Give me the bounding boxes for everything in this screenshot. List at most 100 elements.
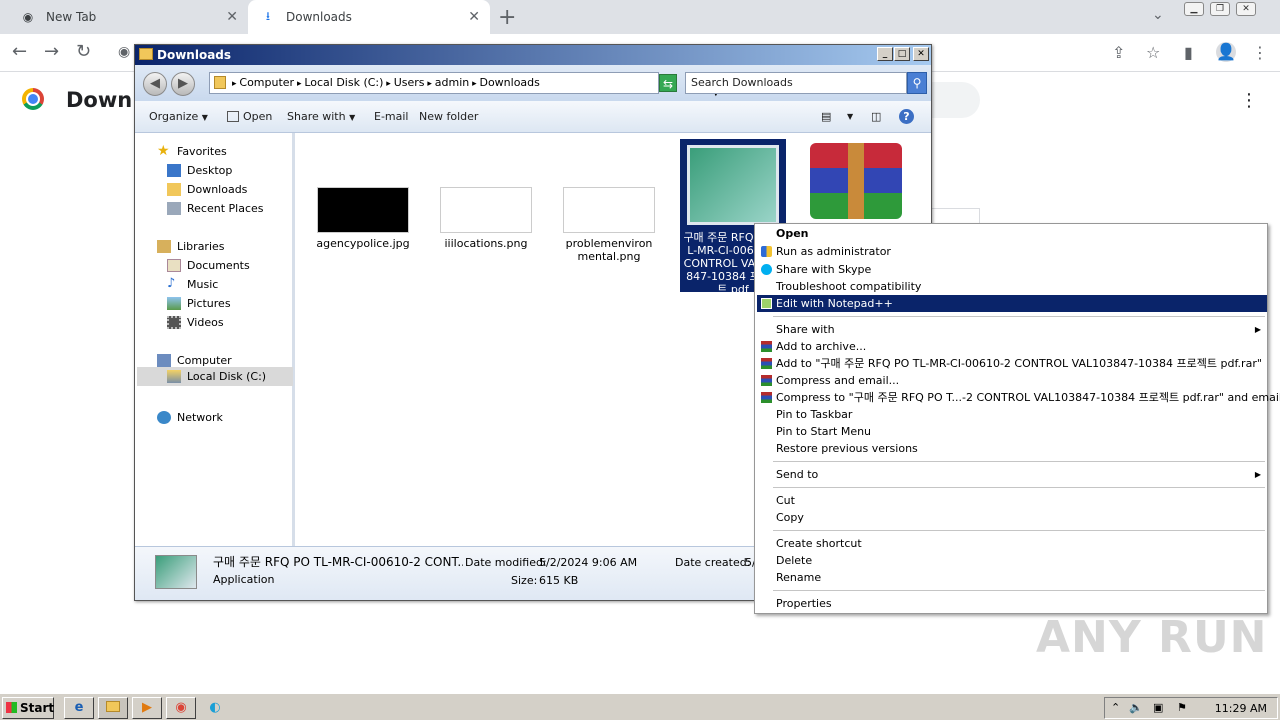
file-item[interactable]: agencypolice.jpg: [313, 187, 413, 250]
nav-documents[interactable]: Documents: [167, 259, 250, 272]
volume-icon[interactable]: 🔈: [1129, 701, 1143, 714]
breadcrumb-users[interactable]: Users: [394, 76, 425, 89]
forward-icon[interactable]: →: [44, 41, 59, 62]
breadcrumb-computer[interactable]: Computer: [239, 76, 294, 89]
nav-music[interactable]: ♪ Music: [167, 276, 218, 291]
minimize-button[interactable]: ▁: [1184, 2, 1204, 16]
file-item[interactable]: problemenvironmental.png: [559, 187, 659, 263]
size-value: 615 KB: [539, 574, 579, 587]
nav-favorites[interactable]: ★ Favorites: [157, 144, 227, 158]
menu-item-compress-email[interactable]: Compress and email...: [757, 372, 1267, 389]
share-icon[interactable]: ⇪: [1112, 43, 1125, 62]
music-icon: ♪: [167, 276, 176, 291]
file-name: agencypolice.jpg: [316, 237, 410, 250]
image-thumbnail: [563, 187, 655, 233]
menu-item-pin-taskbar[interactable]: Pin to Taskbar: [757, 406, 1267, 423]
show-hidden-icons-icon[interactable]: ⌃: [1111, 701, 1120, 714]
nav-desktop[interactable]: Desktop: [167, 164, 232, 177]
tab-label: Downloads: [286, 10, 352, 24]
menu-item-copy[interactable]: Copy: [757, 509, 1267, 526]
computer-icon: [157, 354, 171, 367]
tab-new-tab[interactable]: ◉ New Tab ✕: [8, 0, 248, 34]
minimize-button[interactable]: _: [877, 47, 893, 61]
menu-item-properties[interactable]: Properties: [757, 595, 1267, 612]
date-created-label: Date created:: [675, 556, 751, 569]
close-tab-icon[interactable]: ✕: [468, 9, 480, 25]
preview-pane-icon[interactable]: ◫: [871, 110, 881, 123]
action-center-flag-icon[interactable]: ⚑: [1177, 701, 1187, 714]
bookmark-star-icon[interactable]: ☆: [1146, 43, 1160, 62]
media-player-icon[interactable]: ▶: [132, 697, 162, 719]
address-bar[interactable]: ▸ Computer ▸ Local Disk (C:) ▸ Users ▸ a…: [209, 72, 720, 98]
breadcrumb-local-disk[interactable]: Local Disk (C:): [304, 76, 383, 89]
explorer-title-bar[interactable]: Downloads _ □ ✕: [135, 45, 931, 65]
start-button[interactable]: Start: [2, 697, 54, 719]
file-item[interactable]: iiilocations.png: [436, 187, 536, 250]
menu-item-share-skype[interactable]: Share with Skype: [757, 261, 1267, 278]
menu-item-add-to-archive[interactable]: Add to archive...: [757, 338, 1267, 355]
breadcrumb-admin[interactable]: admin: [435, 76, 469, 89]
site-info-icon[interactable]: ◉: [118, 44, 130, 60]
refresh-icon[interactable]: ⇆: [659, 74, 677, 92]
menu-item-rename[interactable]: Rename: [757, 569, 1267, 586]
search-input[interactable]: Search Downloads: [685, 72, 907, 94]
breadcrumb-downloads[interactable]: Downloads: [479, 76, 539, 89]
menu-item-run-as-admin[interactable]: Run as administrator: [757, 243, 1267, 260]
back-icon[interactable]: ◀: [143, 72, 167, 96]
menu-item-compress-to-rar-email[interactable]: Compress to "구매 주문 RFQ PO T...-2 CONTROL…: [757, 389, 1280, 406]
menu-item-create-shortcut[interactable]: Create shortcut: [757, 535, 1267, 552]
internet-explorer-icon[interactable]: e: [64, 697, 94, 719]
chrome-taskbar-icon[interactable]: ◉: [166, 697, 196, 719]
new-folder-button[interactable]: New folder: [419, 110, 478, 123]
new-tab-button[interactable]: +: [498, 5, 516, 30]
clock[interactable]: 11:29 AM: [1215, 702, 1267, 715]
menu-item-troubleshoot[interactable]: Troubleshoot compatibility: [757, 278, 1267, 295]
menu-item-send-to[interactable]: Send to ▶: [757, 466, 1267, 483]
winrar-icon: [761, 375, 772, 386]
view-dropdown-icon[interactable]: ▼: [847, 112, 853, 121]
nav-recent-places[interactable]: Recent Places: [167, 202, 264, 215]
explorer-taskbar-icon[interactable]: [98, 697, 128, 719]
forward-icon[interactable]: ▶: [171, 72, 195, 96]
nav-computer[interactable]: Computer: [157, 354, 232, 367]
nav-local-disk[interactable]: Local Disk (C:): [137, 367, 293, 386]
view-icon[interactable]: ▤: [821, 110, 831, 123]
side-panel-icon[interactable]: ▮: [1184, 43, 1193, 62]
share-with-button[interactable]: Share with ▼: [287, 110, 355, 123]
nav-network[interactable]: Network: [157, 411, 223, 424]
menu-item-delete[interactable]: Delete: [757, 552, 1267, 569]
menu-item-cut[interactable]: Cut: [757, 492, 1267, 509]
profile-avatar-icon[interactable]: 👤: [1216, 42, 1236, 62]
menu-item-add-to-rar[interactable]: Add to "구매 주문 RFQ PO TL-MR-CI-00610-2 CO…: [757, 355, 1267, 372]
close-tab-icon[interactable]: ✕: [226, 9, 238, 25]
nav-pictures[interactable]: Pictures: [167, 297, 231, 310]
open-button[interactable]: Open: [227, 110, 272, 123]
restore-button[interactable]: ❐: [1210, 2, 1230, 16]
chrome-menu-icon[interactable]: ⋮: [1252, 43, 1268, 62]
help-icon[interactable]: ?: [899, 109, 914, 124]
menu-item-pin-start[interactable]: Pin to Start Menu: [757, 423, 1267, 440]
reload-icon[interactable]: ↻: [76, 41, 91, 62]
network-tray-icon[interactable]: ▣: [1153, 701, 1163, 714]
file-item[interactable]: [806, 143, 906, 219]
more-options-icon[interactable]: ⋮: [1240, 90, 1258, 111]
email-button[interactable]: E-mail: [374, 110, 409, 123]
organize-button[interactable]: Organize ▼: [149, 110, 208, 123]
chrome-logo-icon: [22, 88, 44, 110]
menu-item-edit-notepadpp[interactable]: Edit with Notepad++: [757, 295, 1267, 312]
tab-downloads[interactable]: ⭳ Downloads ✕: [248, 0, 490, 34]
nav-downloads[interactable]: Downloads: [167, 183, 247, 196]
image-thumbnail: [440, 187, 532, 233]
back-icon[interactable]: ←: [12, 41, 27, 62]
close-button[interactable]: ✕: [913, 47, 929, 61]
menu-item-restore-versions[interactable]: Restore previous versions: [757, 440, 1267, 457]
edge-icon[interactable]: ◐: [200, 697, 230, 719]
maximize-button[interactable]: □: [894, 47, 910, 61]
search-icon[interactable]: ⚲: [907, 72, 927, 94]
close-window-button[interactable]: ✕: [1236, 2, 1256, 16]
menu-item-open[interactable]: Open: [757, 225, 1267, 242]
nav-videos[interactable]: Videos: [167, 316, 224, 329]
nav-libraries[interactable]: Libraries: [157, 240, 225, 253]
tab-search-chevron-icon[interactable]: ⌄: [1152, 7, 1164, 23]
menu-item-share-with[interactable]: Share with ▶: [757, 321, 1267, 338]
